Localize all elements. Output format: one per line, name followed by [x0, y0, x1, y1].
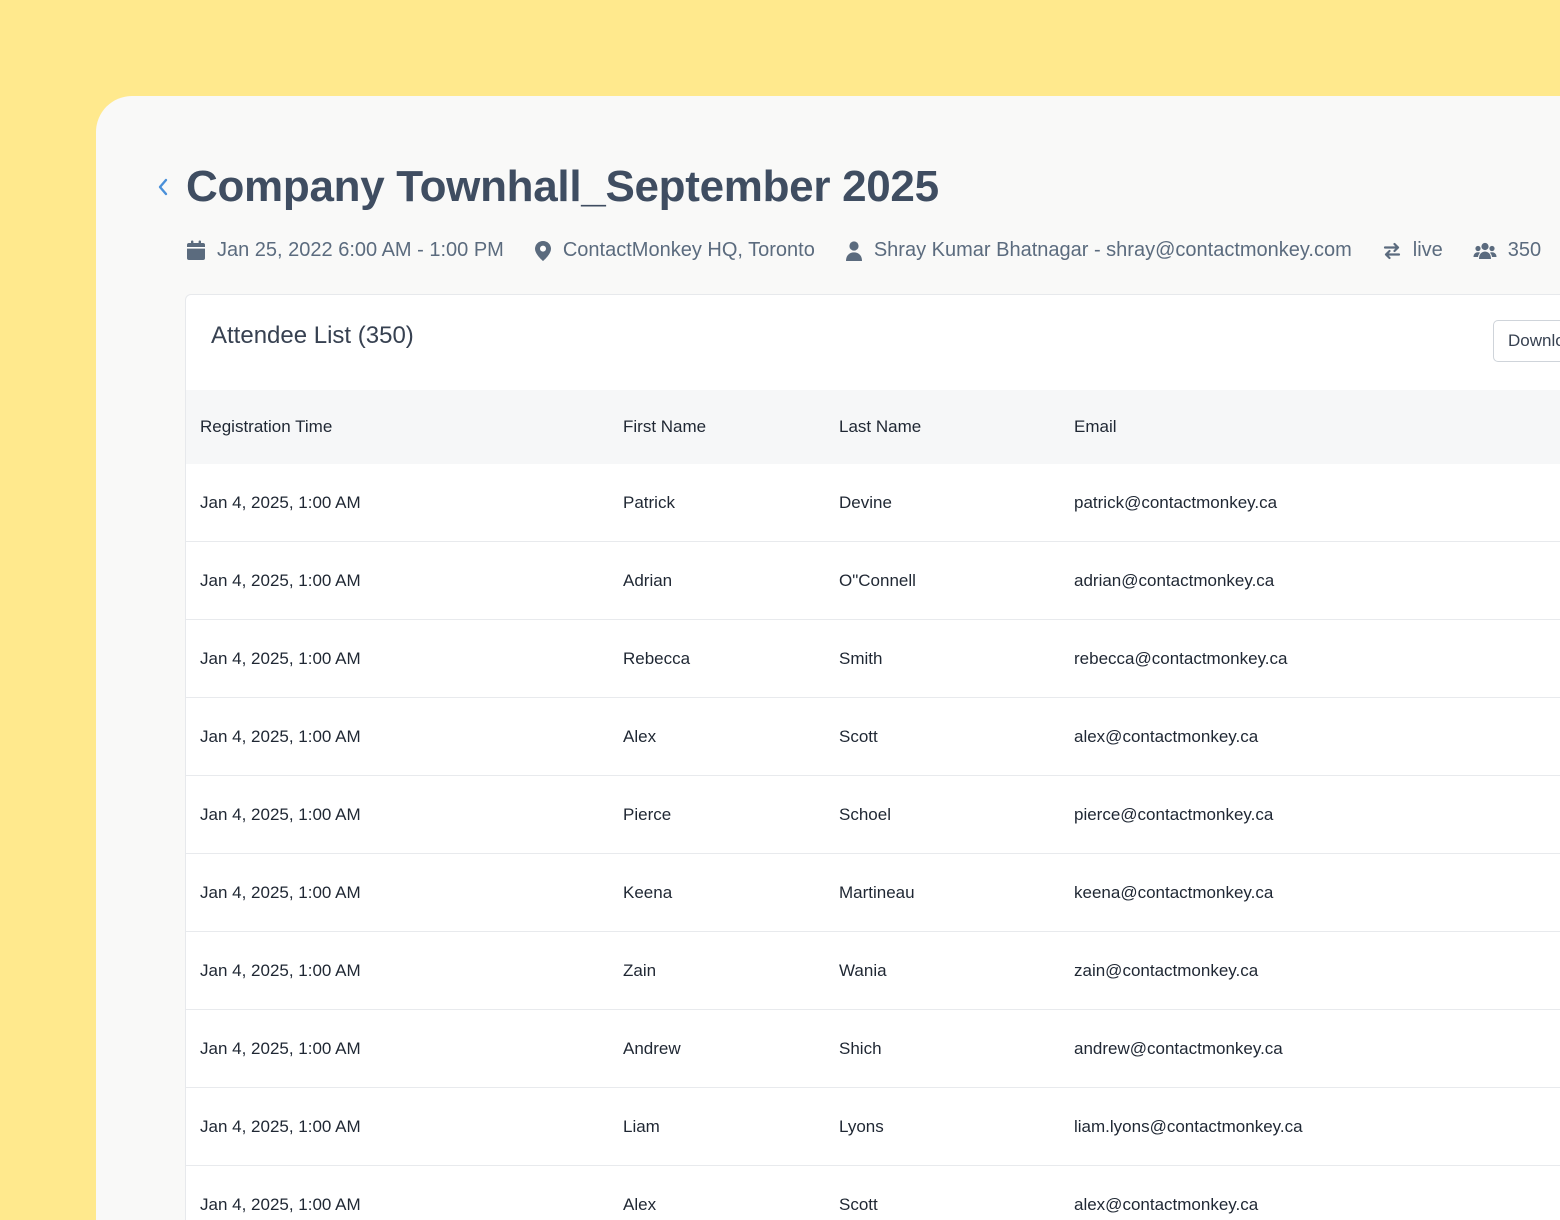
cell-email: rebecca@contactmonkey.ca	[1074, 619, 1560, 698]
table-header-row: Registration Time First Name Last Name E…	[186, 390, 1560, 464]
event-meta: Jan 25, 2022 6:00 AM - 1:00 PM ContactMo…	[186, 239, 1541, 262]
cell-last-name: Scott	[839, 1165, 1074, 1220]
column-header-registration-time[interactable]: Registration Time	[186, 390, 623, 464]
cell-last-name: Smith	[839, 619, 1074, 698]
users-group-icon	[1473, 242, 1497, 259]
cell-last-name: Martineau	[839, 853, 1074, 932]
cell-last-name: Wania	[839, 931, 1074, 1010]
cell-registration-time: Jan 4, 2025, 1:00 AM	[186, 1087, 623, 1166]
cell-registration-time: Jan 4, 2025, 1:00 AM	[186, 931, 623, 1010]
table-row[interactable]: Jan 4, 2025, 1:00 AM Pierce Schoel pierc…	[186, 775, 1560, 854]
cell-first-name: Keena	[623, 853, 839, 932]
column-header-email[interactable]: Email	[1074, 390, 1560, 464]
cell-first-name: Alex	[623, 1165, 839, 1220]
table-row[interactable]: Jan 4, 2025, 1:00 AM Andrew Shich andrew…	[186, 1009, 1560, 1088]
cell-registration-time: Jan 4, 2025, 1:00 AM	[186, 1009, 623, 1088]
cell-email: alex@contactmonkey.ca	[1074, 1165, 1560, 1220]
table-row[interactable]: Jan 4, 2025, 1:00 AM Adrian O"Connell ad…	[186, 541, 1560, 620]
column-header-last-name[interactable]: Last Name	[839, 390, 1074, 464]
page-title: Company Townhall_September 2025	[186, 162, 939, 211]
cell-registration-time: Jan 4, 2025, 1:00 AM	[186, 1165, 623, 1220]
column-header-first-name[interactable]: First Name	[623, 390, 839, 464]
cell-last-name: Shich	[839, 1009, 1074, 1088]
cell-last-name: Devine	[839, 464, 1074, 542]
calendar-icon	[187, 240, 205, 260]
cell-email: keena@contactmonkey.ca	[1074, 853, 1560, 932]
cell-email: liam.lyons@contactmonkey.ca	[1074, 1087, 1560, 1166]
table-row[interactable]: Jan 4, 2025, 1:00 AM Liam Lyons liam.lyo…	[186, 1087, 1560, 1166]
cell-last-name: Schoel	[839, 775, 1074, 854]
event-detail-panel: Company Townhall_September 2025 Jan 25, …	[96, 96, 1560, 1220]
meta-status: live	[1382, 239, 1443, 262]
cell-first-name: Patrick	[623, 464, 839, 542]
map-pin-icon	[534, 240, 551, 261]
cell-email: patrick@contactmonkey.ca	[1074, 464, 1560, 542]
event-attendee-count: 350	[1507, 239, 1542, 261]
swap-arrows-icon	[1383, 242, 1400, 259]
table-row[interactable]: Jan 4, 2025, 1:00 AM Zain Wania zain@con…	[186, 931, 1560, 1010]
cell-last-name: Lyons	[839, 1087, 1074, 1166]
attendee-list-title: Attendee List (350)	[211, 322, 414, 349]
attendee-table: Registration Time First Name Last Name E…	[186, 390, 1560, 1220]
cell-last-name: Scott	[839, 697, 1074, 776]
user-icon	[845, 240, 862, 261]
meta-attendee-count: 350	[1473, 239, 1541, 262]
event-location: ContactMonkey HQ, Toronto	[562, 239, 815, 261]
cell-registration-time: Jan 4, 2025, 1:00 AM	[186, 464, 623, 542]
chevron-left-icon	[158, 178, 168, 196]
cell-email: zain@contactmonkey.ca	[1074, 931, 1560, 1010]
cell-email: adrian@contactmonkey.ca	[1074, 541, 1560, 620]
table-row[interactable]: Jan 4, 2025, 1:00 AM Alex Scott alex@con…	[186, 697, 1560, 776]
cell-last-name: O"Connell	[839, 541, 1074, 620]
cell-first-name: Zain	[623, 931, 839, 1010]
page-header: Company Townhall_September 2025	[152, 162, 939, 212]
cell-email: andrew@contactmonkey.ca	[1074, 1009, 1560, 1088]
back-button[interactable]	[152, 176, 174, 198]
event-date-range: Jan 25, 2022 6:00 AM - 1:00 PM	[217, 239, 504, 261]
cell-registration-time: Jan 4, 2025, 1:00 AM	[186, 853, 623, 932]
cell-registration-time: Jan 4, 2025, 1:00 AM	[186, 775, 623, 854]
cell-first-name: Liam	[623, 1087, 839, 1166]
cell-first-name: Andrew	[623, 1009, 839, 1088]
table-row[interactable]: Jan 4, 2025, 1:00 AM Keena Martineau kee…	[186, 853, 1560, 932]
meta-location: ContactMonkey HQ, Toronto	[534, 239, 815, 262]
cell-first-name: Adrian	[623, 541, 839, 620]
table-row[interactable]: Jan 4, 2025, 1:00 AM Rebecca Smith rebec…	[186, 619, 1560, 698]
table-row[interactable]: Jan 4, 2025, 1:00 AM Patrick Devine patr…	[186, 464, 1560, 542]
cell-registration-time: Jan 4, 2025, 1:00 AM	[186, 697, 623, 776]
download-button[interactable]: Download	[1493, 320, 1560, 362]
meta-organizer: Shray Kumar Bhatnagar - shray@contactmon…	[845, 239, 1352, 262]
attendee-list-card: Attendee List (350) Download Registratio…	[185, 294, 1560, 1220]
cell-registration-time: Jan 4, 2025, 1:00 AM	[186, 541, 623, 620]
cell-email: pierce@contactmonkey.ca	[1074, 775, 1560, 854]
meta-date: Jan 25, 2022 6:00 AM - 1:00 PM	[186, 239, 504, 262]
table-row[interactable]: Jan 4, 2025, 1:00 AM Alex Scott alex@con…	[186, 1165, 1560, 1220]
event-organizer: Shray Kumar Bhatnagar - shray@contactmon…	[873, 239, 1352, 261]
cell-email: alex@contactmonkey.ca	[1074, 697, 1560, 776]
cell-first-name: Pierce	[623, 775, 839, 854]
cell-registration-time: Jan 4, 2025, 1:00 AM	[186, 619, 623, 698]
event-status: live	[1412, 239, 1443, 261]
cell-first-name: Alex	[623, 697, 839, 776]
cell-first-name: Rebecca	[623, 619, 839, 698]
